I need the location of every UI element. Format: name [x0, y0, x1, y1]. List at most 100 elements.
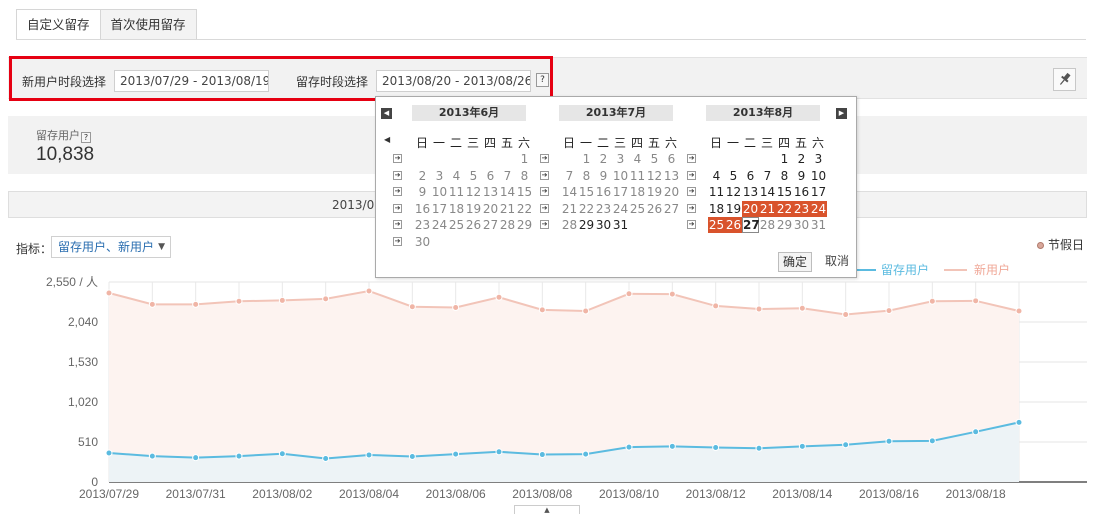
calendar-day[interactable]: 31 — [810, 217, 827, 233]
calendar-day[interactable]: 21 — [499, 201, 516, 217]
week-select-arrow-icon[interactable]: ➔ — [393, 203, 402, 213]
calendar-day[interactable]: 27 — [742, 217, 760, 233]
calendar-day[interactable]: 12 — [725, 184, 742, 200]
calendar-day[interactable]: 27 — [663, 201, 680, 217]
calendar-day[interactable]: 4 — [708, 168, 725, 184]
week-select-arrow-icon[interactable]: ➔ — [393, 187, 402, 196]
calendar-day[interactable]: 18 — [629, 184, 646, 200]
calendar-day[interactable]: 25 — [629, 201, 646, 217]
calendar-day[interactable]: 17 — [431, 201, 448, 217]
calendar-day[interactable]: 16 — [595, 184, 612, 200]
metric-select[interactable]: 留存用户、新用户 ▼ — [51, 236, 171, 258]
calendar-day[interactable]: 7 — [561, 168, 578, 184]
calendar-day[interactable]: 20 — [742, 200, 759, 217]
calendar-day[interactable]: 5 — [465, 168, 482, 184]
calendar-day[interactable]: 12 — [465, 184, 482, 200]
calendar-day[interactable]: 5 — [725, 168, 742, 184]
calendar-day[interactable]: 24 — [431, 217, 448, 233]
calendar-day[interactable]: 20 — [482, 201, 499, 217]
calendar-day[interactable]: 19 — [646, 184, 663, 200]
next-month-button[interactable]: ▶ — [836, 108, 847, 119]
calendar-day[interactable]: 25 — [448, 217, 465, 233]
calendar-day[interactable]: 1 — [578, 151, 595, 167]
calendar-day[interactable]: 31 — [612, 217, 629, 233]
calendar-day[interactable]: 10 — [612, 168, 629, 184]
tab-custom-retention[interactable]: 自定义留存 — [16, 9, 101, 40]
calendar-day[interactable]: 28 — [499, 217, 516, 233]
calendar-day[interactable]: 8 — [776, 168, 793, 184]
calendar-day[interactable]: 1 — [776, 151, 793, 167]
calendar-day[interactable]: 4 — [629, 151, 646, 167]
week-select-arrow-icon[interactable]: ➔ — [687, 187, 696, 196]
calendar-day[interactable]: 25 — [708, 217, 725, 233]
calendar-day[interactable]: 16 — [793, 184, 810, 200]
week-select-arrow-icon[interactable]: ➔ — [687, 170, 696, 180]
calendar-day[interactable]: 19 — [465, 201, 482, 217]
calendar-day[interactable]: 30 — [595, 217, 612, 233]
confirm-button[interactable]: 确定 — [778, 252, 813, 272]
calendar-day[interactable]: 13 — [663, 168, 680, 184]
calendar-day[interactable]: 21 — [759, 200, 776, 217]
calendar-day[interactable]: 30 — [793, 217, 810, 233]
calendar-day[interactable]: 23 — [595, 201, 612, 217]
week-select-arrow-icon[interactable]: ➔ — [540, 187, 549, 196]
calendar-day[interactable]: 30 — [414, 234, 431, 250]
calendar-day[interactable]: 22 — [516, 201, 533, 217]
calendar-day[interactable]: 6 — [482, 168, 499, 184]
calendar-day[interactable]: 7 — [759, 168, 776, 184]
calendar-day[interactable]: 17 — [810, 184, 827, 200]
calendar-day[interactable]: 13 — [482, 184, 499, 200]
week-select-arrow-icon[interactable]: ➔ — [393, 236, 402, 246]
summary-help-icon[interactable]: ? — [81, 132, 91, 143]
calendar-day[interactable]: 14 — [561, 184, 578, 200]
calendar-day[interactable]: 3 — [612, 151, 629, 167]
calendar-day[interactable]: 11 — [708, 184, 725, 200]
calendar-day[interactable]: 24 — [810, 200, 827, 217]
calendar-day[interactable]: 9 — [595, 168, 612, 184]
calendar-day[interactable]: 28 — [759, 217, 776, 233]
calendar-day[interactable]: 2 — [595, 151, 612, 167]
calendar-day[interactable]: 27 — [482, 217, 499, 233]
calendar-day[interactable]: 14 — [499, 184, 516, 200]
calendar-day[interactable]: 8 — [578, 168, 595, 184]
prev-month-button[interactable]: ◀ — [381, 108, 392, 119]
calendar-day[interactable]: 5 — [646, 151, 663, 167]
calendar-day[interactable]: 23 — [414, 217, 431, 233]
calendar-day[interactable]: 6 — [742, 168, 759, 184]
calendar-day[interactable]: 15 — [578, 184, 595, 200]
week-select-arrow-icon[interactable]: ➔ — [687, 154, 696, 163]
calendar-day[interactable]: 12 — [646, 168, 663, 184]
calendar-day[interactable]: 11 — [448, 184, 465, 200]
calendar-day[interactable]: 10 — [431, 184, 448, 200]
week-select-arrow-icon[interactable]: ➔ — [540, 220, 549, 229]
calendar-day[interactable]: 29 — [578, 217, 595, 233]
calendar-day[interactable]: 6 — [663, 151, 680, 167]
calendar-day[interactable]: 22 — [578, 201, 595, 217]
calendar-day[interactable]: 14 — [759, 184, 776, 200]
calendar-day[interactable]: 10 — [810, 168, 827, 184]
calendar-day[interactable]: 18 — [448, 201, 465, 217]
calendar-day[interactable]: 22 — [776, 200, 793, 217]
calendar-day[interactable]: 29 — [516, 217, 533, 233]
calendar-day[interactable]: 26 — [646, 201, 663, 217]
week-select-arrow-icon[interactable]: ➔ — [540, 154, 549, 163]
calendar-day[interactable]: 1 — [516, 151, 533, 167]
calendar-day[interactable]: 3 — [810, 151, 827, 167]
calendar-day[interactable]: 9 — [793, 168, 810, 184]
calendar-day[interactable]: 18 — [708, 201, 725, 217]
calendar-day[interactable]: 16 — [414, 201, 431, 217]
calendar-day[interactable]: 15 — [776, 184, 793, 200]
calendar-day[interactable]: 20 — [663, 184, 680, 200]
chart-collapse-handle[interactable]: ▲ — [514, 505, 580, 514]
calendar-day[interactable]: 2 — [414, 168, 431, 184]
calendar-day[interactable]: 8 — [516, 168, 533, 184]
tab-first-use-retention[interactable]: 首次使用留存 — [100, 9, 197, 40]
week-select-arrow-icon[interactable]: ➔ — [687, 203, 696, 213]
calendar-day[interactable]: 7 — [499, 168, 516, 184]
calendar-day[interactable]: 13 — [742, 184, 759, 200]
week-select-arrow-icon[interactable]: ➔ — [687, 220, 696, 229]
calendar-day[interactable]: 29 — [776, 217, 793, 233]
calendar-day[interactable]: 19 — [725, 201, 742, 217]
pin-button[interactable] — [1053, 68, 1076, 91]
calendar-day[interactable]: 3 — [431, 168, 448, 184]
